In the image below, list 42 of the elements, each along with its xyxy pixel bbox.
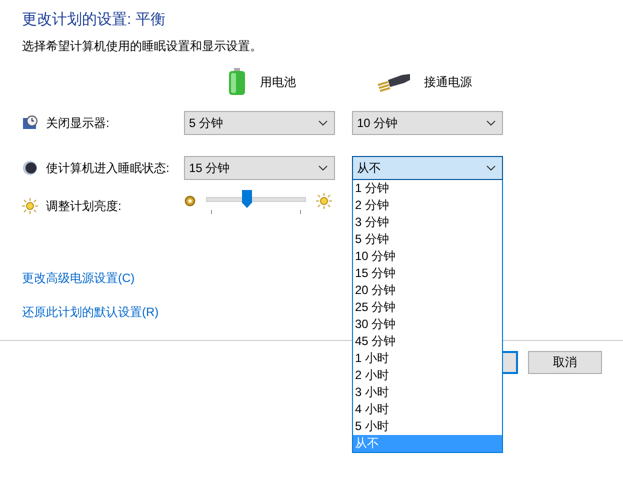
dropdown[interactable]: 从不: [352, 156, 503, 180]
column-label: 用电池: [260, 74, 296, 90]
chevron-icon: [486, 120, 496, 126]
slider-thumb[interactable]: [242, 190, 252, 208]
chevron-icon: [486, 165, 496, 171]
setting-label: 调整计划亮度:: [46, 198, 122, 214]
dropdown-option[interactable]: 20 分钟: [353, 282, 502, 299]
dropdown-option[interactable]: 25 分钟: [353, 299, 502, 316]
dropdown-option[interactable]: 2 小时: [353, 367, 502, 384]
dim-sun-icon: [184, 195, 196, 207]
dropdown-option[interactable]: 30 分钟: [353, 316, 502, 333]
moon-icon: [22, 160, 38, 176]
battery-icon: [228, 68, 246, 96]
dropdown[interactable]: 5 分钟: [184, 111, 335, 135]
monitor-clock-icon: [22, 115, 38, 131]
setting-label: 使计算机进入睡眠状态:: [46, 160, 170, 176]
dropdown[interactable]: 15 分钟: [184, 156, 335, 180]
dialog-button[interactable]: 取消: [528, 351, 602, 374]
setting-label: 关闭显示器:: [46, 114, 110, 132]
description-text: 选择希望计算机使用的睡眠设置和显示设置。: [22, 38, 263, 55]
dropdown-option[interactable]: 1 小时: [353, 350, 502, 367]
sun-icon: [22, 198, 38, 214]
dropdown-option[interactable]: 3 小时: [353, 384, 502, 401]
dropdown-option[interactable]: 45 分钟: [353, 333, 502, 350]
column-label: 接通电源: [424, 74, 472, 90]
dropdown-option[interactable]: 10 分钟: [353, 248, 502, 265]
dropdown[interactable]: 10 分钟: [352, 111, 503, 135]
dropdown-option[interactable]: 4 小时: [353, 401, 502, 418]
link[interactable]: 还原此计划的默认设置(R): [22, 304, 159, 321]
dropdown-option[interactable]: 2 分钟: [353, 197, 502, 214]
dropdown-option[interactable]: 15 分钟: [353, 265, 502, 282]
dropdown-option[interactable]: 3 分钟: [353, 214, 502, 231]
page-title: 更改计划的设置: 平衡: [22, 10, 166, 29]
dropdown-option[interactable]: 1 分钟: [353, 180, 502, 197]
dropdown-option[interactable]: 5 分钟: [353, 231, 502, 248]
brightness-slider[interactable]: [206, 189, 306, 213]
bright-sun-icon: [316, 193, 332, 209]
link[interactable]: 更改高级电源设置(C): [22, 270, 135, 287]
plug-icon: [376, 72, 410, 92]
chevron-icon: [318, 120, 328, 126]
dropdown-option[interactable]: 5 小时: [353, 418, 502, 435]
chevron-icon: [318, 165, 328, 171]
